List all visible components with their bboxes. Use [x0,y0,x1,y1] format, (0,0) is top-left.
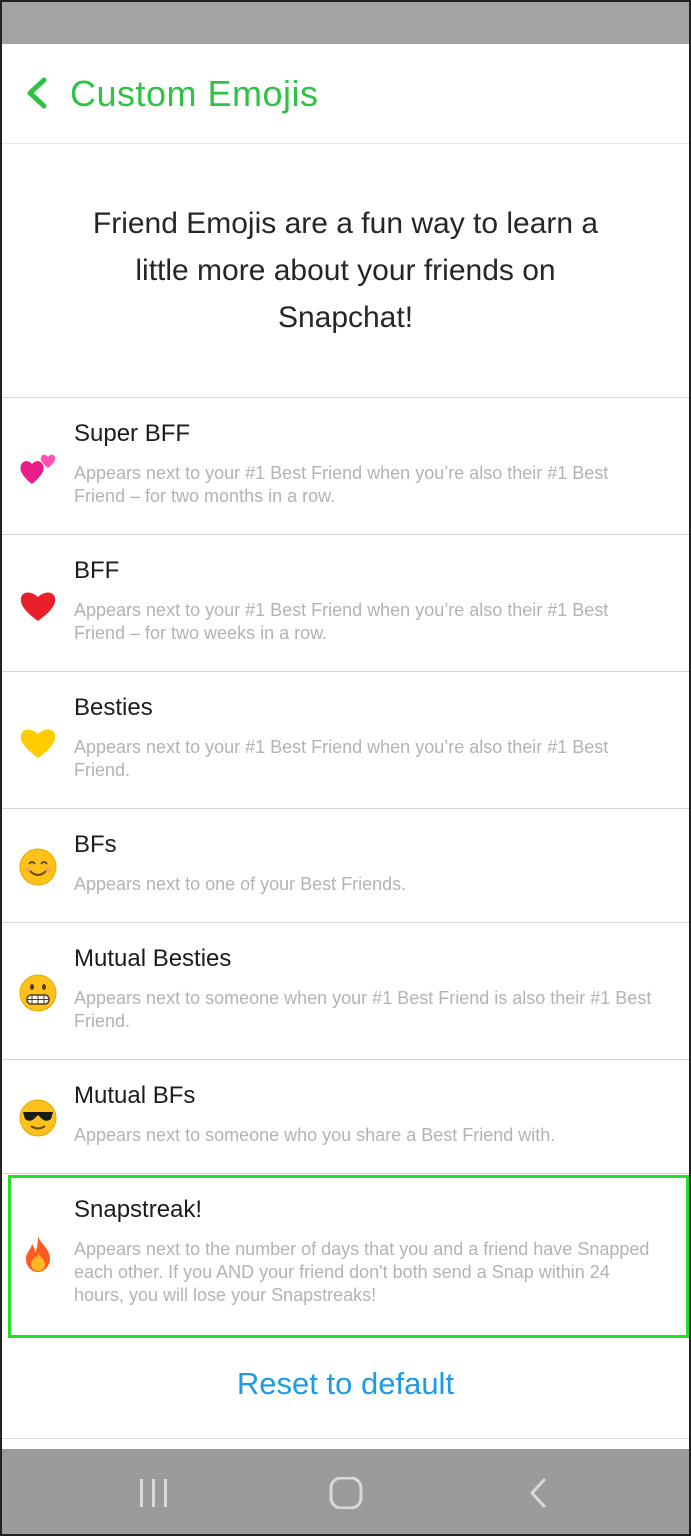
item-description: Appears next to someone who you share a … [74,1125,556,1145]
list-item-bff: BFF Appears next to your #1 Best Friend … [2,534,689,671]
list-item-snapstreak: Snapstreak! Appears next to the number o… [2,1173,689,1333]
header: Custom Emojis [2,44,689,144]
intro-text: Friend Emojis are a fun way to learn a l… [92,207,599,334]
recent-apps-icon[interactable] [136,1477,172,1509]
item-title: BFF [74,557,120,584]
phone-screen: Custom Emojis Friend Emojis are a fun wa… [0,0,691,1536]
page-title: Custom Emojis [70,73,319,114]
item-title: Mutual BFs [74,1082,196,1109]
emoji-list: Super BFF Appears next to your #1 Best F… [2,397,689,1333]
fire-icon [18,1234,58,1274]
item-title: Besties [74,694,153,721]
red-heart-icon [18,585,58,625]
item-description: Appears next to someone when your #1 Bes… [74,988,652,1031]
home-icon[interactable] [328,1476,364,1510]
status-bar [2,0,689,44]
divider [2,1438,689,1439]
reset-to-default-button[interactable]: Reset to default [2,1366,689,1402]
grimacing-face-icon [18,973,58,1013]
yellow-heart-icon [18,722,58,762]
item-title: BFs [74,831,117,858]
list-item-besties: Besties Appears next to your #1 Best Fri… [2,671,689,808]
item-description: Appears next to your #1 Best Friend when… [74,463,609,506]
smiling-face-icon [18,847,58,887]
item-title: Super BFF [74,420,191,447]
chevron-left-icon[interactable] [24,77,50,109]
sunglasses-face-icon [18,1098,58,1138]
item-title: Mutual Besties [74,945,232,972]
item-description: Appears next to the number of days that … [74,1239,650,1305]
item-description: Appears next to your #1 Best Friend when… [74,600,609,643]
list-item-mutual-bfs: Mutual BFs Appears next to someone who y… [2,1059,689,1173]
list-item-bfs: BFs Appears next to one of your Best Fri… [2,808,689,922]
list-item-super-bff: Super BFF Appears next to your #1 Best F… [2,397,689,534]
item-title: Snapstreak! [74,1196,203,1223]
list-item-mutual-besties: Mutual Besties Appears next to someone w… [2,922,689,1059]
item-description: Appears next to one of your Best Friends… [74,874,407,894]
item-description: Appears next to your #1 Best Friend when… [74,737,609,780]
two-hearts-icon [18,448,58,488]
navigation-bar [2,1449,689,1536]
back-icon[interactable] [526,1477,550,1509]
